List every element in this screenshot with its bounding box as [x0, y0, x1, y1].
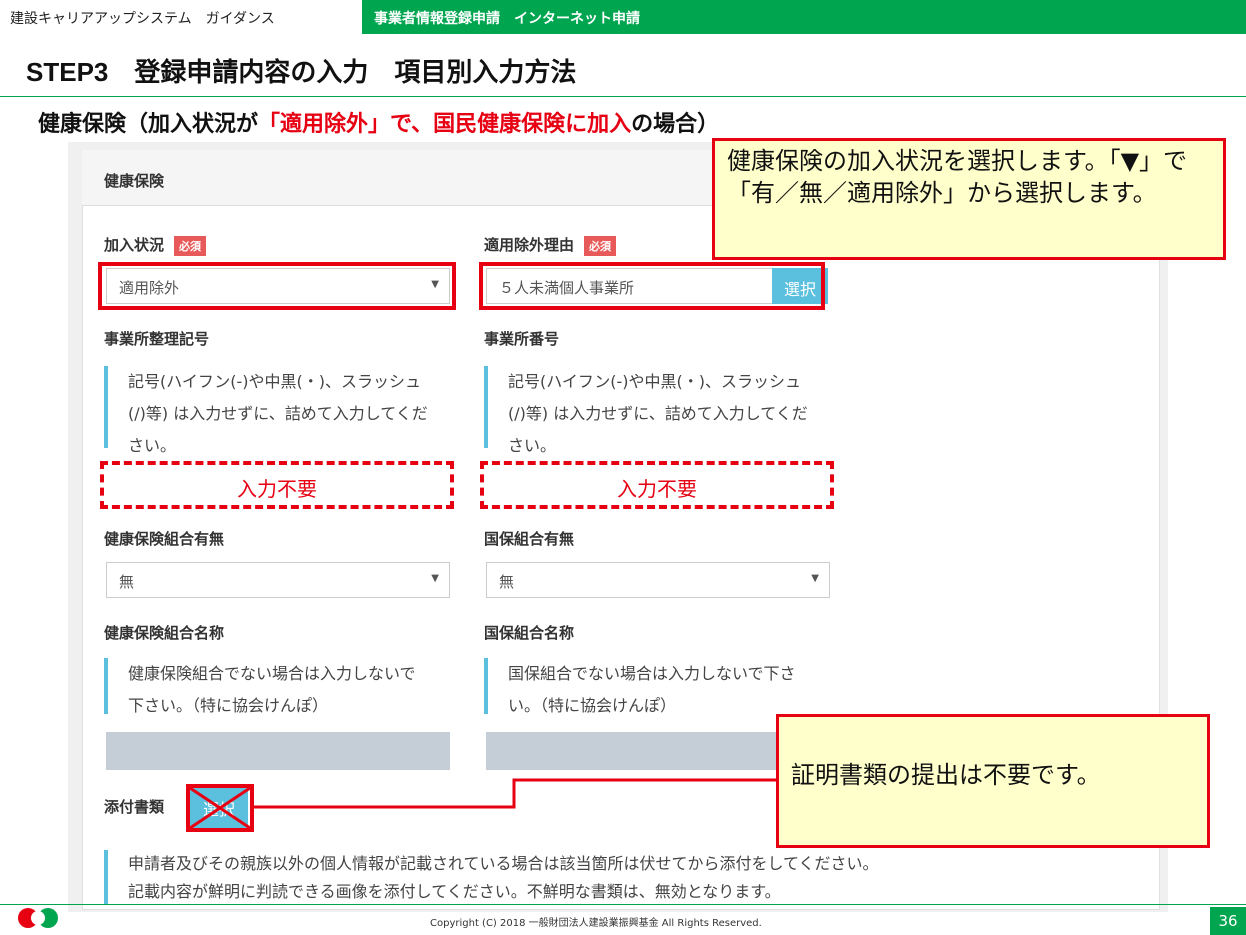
enrollment-status-label: 加入状況 必須	[104, 234, 207, 256]
health-union-name-input[interactable]	[106, 732, 450, 770]
guide-title: 建設キャリアアップシステム ガイダンス	[0, 0, 362, 34]
chevron-down-icon: ▼	[811, 573, 819, 584]
callout-connector	[252, 778, 778, 809]
chevron-down-icon: ▼	[431, 573, 439, 584]
exemption-reason-label: 適用除外理由 必須	[484, 234, 617, 256]
office-number-not-required: 入力不要	[480, 461, 834, 509]
kokuho-union-flag-label: 国保組合有無	[484, 530, 575, 548]
office-code-not-required: 入力不要	[100, 461, 454, 509]
kokuho-union-name-note: 国保組合でない場合は入力しないで下さい。（特に協会けんぽ）	[484, 658, 804, 715]
subtitle-suffix: の場合）	[631, 112, 720, 137]
office-number-label: 事業所番号	[484, 330, 560, 348]
office-number-note: 記号(ハイフン(-)や中黒(・)、スラッシュ(/)等) は入力せずに、詰めて入力…	[484, 366, 810, 455]
card-header-title: 健康保険	[104, 172, 165, 190]
highlight-exemption-reason	[479, 262, 825, 310]
subtitle: 健康保険（加入状況が「適用除外」で、国民健康保険に加入の場合）	[38, 106, 719, 138]
required-badge: 必須	[174, 235, 207, 256]
subtitle-red-2: 国民健康保険に加入	[433, 112, 632, 137]
section-title: 事業者情報登録申請 インターネット申請	[374, 11, 640, 27]
page-title: STEP3 登録申請内容の入力 項目別入力方法	[26, 57, 577, 87]
kokuho-union-flag-select[interactable]: 無 ▼	[486, 562, 830, 598]
highlight-enrollment-status	[98, 262, 456, 310]
attachment-label: 添付書類	[104, 798, 165, 816]
cross-out-icon	[186, 784, 254, 832]
kokuho-union-name-label: 国保組合名称	[484, 624, 575, 642]
page-number: 36	[1210, 907, 1246, 935]
subtitle-prefix: 健康保険（加入状況が	[38, 112, 259, 137]
copyright: Copyright (C) 2018 一般財団法人建設業振興基金 All Rig…	[430, 918, 762, 929]
office-code-note: 記号(ハイフン(-)や中黒(・)、スラッシュ(/)等) は入力せずに、詰めて入力…	[104, 366, 430, 455]
office-code-label: 事業所整理記号	[104, 330, 210, 348]
required-badge: 必須	[584, 235, 617, 256]
health-union-name-note: 健康保険組合でない場合は入力しないで下さい。（特に協会けんぽ）	[104, 658, 424, 715]
callout-attachment: 証明書類の提出は不要です。	[776, 714, 1210, 848]
health-union-flag-label: 健康保険組合有無	[104, 530, 225, 548]
callout-enrollment: 健康保険の加入状況を選択します。「▼」で「有／無／適用除外」から選択します。	[712, 138, 1226, 260]
health-union-flag-select[interactable]: 無 ▼	[106, 562, 450, 598]
title-divider	[0, 96, 1246, 97]
attachment-note: 申請者及びその親族以外の個人情報が記載されている場合は該当箇所は伏せてから添付を…	[104, 850, 1104, 904]
subtitle-red-1: 「適用除外」で、	[258, 112, 434, 137]
footer-divider	[0, 904, 1246, 905]
ccus-logo-icon	[18, 908, 58, 928]
health-union-name-label: 健康保険組合名称	[104, 624, 225, 642]
